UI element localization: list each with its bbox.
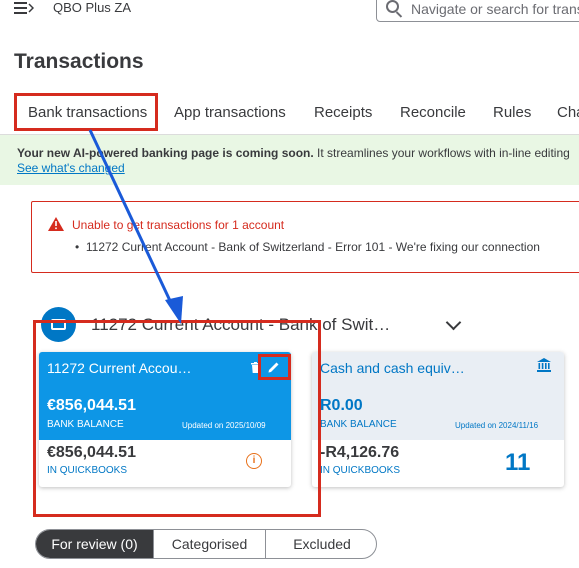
search-icon — [386, 0, 399, 13]
error-box — [31, 201, 579, 273]
see-whats-changed-link[interactable]: See what's changed — [17, 161, 125, 175]
pencil-highlight-box — [258, 354, 291, 380]
search-placeholder: Navigate or search for transactions — [411, 1, 579, 17]
transactions-count[interactable]: 11 — [505, 449, 530, 477]
menu-icon[interactable] — [14, 0, 34, 16]
tab-app-transactions[interactable]: App transactions — [174, 104, 286, 121]
chevron-down-icon[interactable] — [445, 314, 462, 331]
tab-reconcile[interactable]: Reconcile — [400, 104, 466, 121]
for-review-button[interactable]: For review (0) — [36, 530, 153, 558]
card-highlight-box — [33, 320, 321, 517]
tab-rules[interactable]: Rules — [493, 104, 531, 121]
categorised-button[interactable]: Categorised — [153, 530, 265, 558]
bank-balance-label: BANK BALANCE — [320, 419, 397, 430]
company-name: QBO Plus ZA — [53, 0, 132, 15]
card-account-name: Cash and cash equiv… — [320, 360, 465, 376]
bank-icon — [537, 358, 551, 372]
tab-chart-of-accounts[interactable]: Chart of accounts — [557, 104, 579, 121]
updated-date: Updated on 2024/11/16 — [455, 421, 539, 430]
bank-balance-value: R0.00 — [320, 397, 363, 414]
search-input[interactable]: Navigate or search for transactions — [376, 0, 579, 22]
review-filter: For review (0) Categorised Excluded — [35, 529, 377, 559]
error-title: Unable to get transactions for 1 account — [72, 218, 285, 232]
tab-receipts[interactable]: Receipts — [314, 104, 372, 121]
tab-highlight-box — [14, 93, 158, 131]
page-title: Transactions — [14, 50, 144, 73]
warning-icon — [48, 217, 64, 231]
banner-body: It streamlines your workflows with in-li… — [313, 146, 570, 160]
excluded-button[interactable]: Excluded — [265, 530, 376, 558]
ai-banner — [0, 135, 579, 185]
banner-bold: Your new AI-powered banking page is comi… — [17, 146, 314, 160]
banner-text: Your new AI-powered banking page is comi… — [17, 146, 570, 160]
error-item-text: 11272 Current Account - Bank of Switzerl… — [85, 240, 540, 254]
error-item: • 11272 Current Account - Bank of Switze… — [75, 240, 540, 254]
quickbooks-balance-label: IN QUICKBOOKS — [320, 465, 401, 476]
quickbooks-balance-value: -R4,126.76 — [320, 444, 400, 461]
